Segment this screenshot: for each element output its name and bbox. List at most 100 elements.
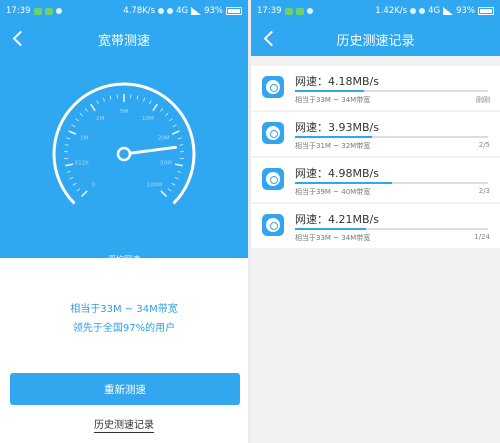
gauge-tick <box>149 100 152 105</box>
gauge-tick <box>160 190 167 197</box>
history-record[interactable]: 网速：4.21MB/s 相当于33M ~ 34M带宽 1/24 <box>251 204 500 248</box>
speed-bar <box>295 228 488 230</box>
notification-icon <box>44 7 53 15</box>
wifi-speed-icon <box>262 168 284 190</box>
gauge-tick <box>164 112 169 117</box>
gauge-tick <box>64 163 74 167</box>
gauge-tick <box>76 188 81 192</box>
app-icon <box>55 8 62 14</box>
history-screen: 17:39 1.42K/s 4G 93% 历史测速记录 网速：4.18MB/s <box>251 0 500 443</box>
right-header: 17:39 1.42K/s 4G 93% 历史测速记录 <box>251 0 500 56</box>
gauge-tick <box>171 130 180 135</box>
speed-bar-fill <box>295 228 367 230</box>
speed-bar-fill <box>295 182 392 184</box>
gauge-needle <box>122 145 178 156</box>
status-bar: 17:39 4.78K/s 4G 93% <box>0 0 248 22</box>
record-speed: 网速：4.21MB/s <box>295 213 379 226</box>
bandwidth-equivalent: 相当于33M ~ 34M带宽 <box>70 304 178 315</box>
gauge-tick-label: 20M <box>158 136 170 142</box>
avg-speed-number: 4.18 <box>102 264 125 275</box>
history-list: 网速：4.18MB/s 相当于33M ~ 34M带宽 刚刚 网速：3.93MB/… <box>251 66 500 250</box>
gauge-tick-label: 50M <box>160 160 172 166</box>
network-type: 4G <box>176 6 189 16</box>
left-header: 17:39 4.78K/s 4G 93% 宽带测速 0 512K 1M 2M 5M 10M… <box>0 0 248 275</box>
status-time: 17:39 <box>6 6 31 16</box>
gauge-tick <box>169 118 173 122</box>
gauge-tick <box>109 95 112 100</box>
gauge-tick <box>90 103 96 112</box>
navbar: 历史测速记录 <box>251 22 500 56</box>
battery-icon <box>478 7 494 15</box>
gauge-tick <box>136 95 139 100</box>
gauge-tick <box>172 124 177 127</box>
gauge-tick <box>152 103 158 112</box>
gauge-tick <box>174 177 179 180</box>
history-record[interactable]: 网速：3.93MB/s 相当于31M ~ 32M带宽 2/5 <box>251 112 500 156</box>
gauge-tick <box>81 190 88 197</box>
battery-percent: 93% <box>204 6 223 16</box>
wifi-speed-icon <box>262 122 284 144</box>
gauge-tick <box>64 144 69 146</box>
gauge-tick <box>69 177 74 180</box>
location-icon <box>410 8 417 14</box>
signal-icon <box>191 7 202 15</box>
record-rank: 刚刚 <box>476 96 490 104</box>
status-bar: 17:39 1.42K/s 4G 93% <box>251 0 500 22</box>
wifi-icon <box>167 8 174 14</box>
record-bandwidth: 相当于33M ~ 34M带宽 <box>295 234 371 242</box>
gauge-hub <box>116 146 132 162</box>
gauge-tick <box>179 144 184 146</box>
status-time: 17:39 <box>257 6 282 16</box>
record-bandwidth: 相当于39M ~ 40M带宽 <box>295 188 371 196</box>
back-icon[interactable] <box>261 29 281 49</box>
retest-button[interactable]: 重新测速 <box>10 373 240 405</box>
speed-bar <box>295 182 488 184</box>
speed-bar-fill <box>295 136 373 138</box>
gauge-tick <box>66 137 71 140</box>
record-rank: 2/3 <box>478 187 490 195</box>
gauge-dial: 0 512K 1M 2M 5M 10M 20M 50M 100M <box>52 82 196 205</box>
gauge-tick <box>84 108 88 112</box>
gauge-tick-label: 10M <box>142 116 154 122</box>
speed-bar-fill <box>295 90 365 92</box>
history-record[interactable]: 网速：4.18MB/s 相当于33M ~ 34M带宽 刚刚 <box>251 66 500 110</box>
network-type: 4G <box>428 6 441 16</box>
speed-bar <box>295 90 488 92</box>
status-speed: 4.78K/s <box>123 6 156 16</box>
gauge-tick-label: 2M <box>96 116 104 122</box>
back-icon[interactable] <box>10 29 30 49</box>
history-link[interactable]: 历史测速记录 <box>0 416 248 433</box>
notification-icon <box>295 7 304 15</box>
gauge-tick <box>171 182 176 186</box>
wifi-icon <box>419 8 426 14</box>
gauge-tick-label: 100M <box>147 182 162 188</box>
gauge-tick <box>177 170 182 173</box>
gauge-tick <box>71 124 76 127</box>
record-speed: 网速：3.93MB/s <box>295 121 379 134</box>
gauge-tick <box>102 97 105 102</box>
gauge-tick-label: 0 <box>92 182 96 188</box>
gauge-tick <box>160 108 164 112</box>
record-rank: 1/24 <box>474 233 490 241</box>
speedtest-screen: 17:39 4.78K/s 4G 93% 宽带测速 0 512K 1M 2M 5M 10M… <box>0 0 248 443</box>
gauge-tick <box>174 163 184 167</box>
record-rank: 2/5 <box>478 141 490 149</box>
gauge-tick <box>167 188 172 192</box>
speed-bar <box>295 136 488 138</box>
history-link-label[interactable]: 历史测速记录 <box>94 420 154 433</box>
record-speed: 网速：4.18MB/s <box>295 75 379 88</box>
wifi-speed-icon <box>262 76 284 98</box>
page-title: 历史测速记录 <box>336 33 415 49</box>
gauge-tick <box>177 137 182 140</box>
battery-percent: 93% <box>456 6 475 16</box>
location-icon <box>158 8 165 14</box>
history-record[interactable]: 网速：4.98MB/s 相当于39M ~ 40M带宽 2/3 <box>251 158 500 202</box>
gauge-tick <box>143 97 146 102</box>
record-bandwidth: 相当于31M ~ 32M带宽 <box>295 142 371 150</box>
navbar: 宽带测速 <box>0 22 248 56</box>
gauge-tick <box>96 100 99 105</box>
wechat-icon <box>284 7 293 15</box>
gauge-tick-label: 512K <box>75 160 89 166</box>
signal-icon <box>443 7 454 15</box>
status-speed: 1.42K/s <box>375 6 408 16</box>
